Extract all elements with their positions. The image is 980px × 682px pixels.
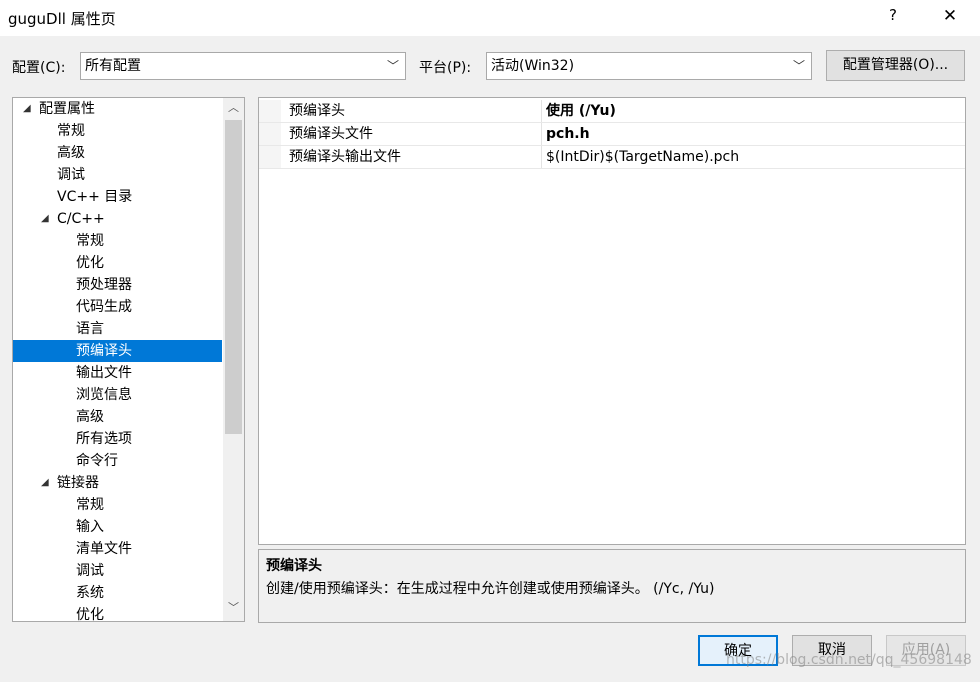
help-button[interactable]: ? (878, 6, 908, 30)
scroll-down-icon[interactable]: ﹀ (223, 598, 244, 618)
tree-item[interactable]: VC++ 目录 (13, 186, 222, 208)
window-title: guguDll 属性页 (8, 10, 116, 28)
tree-item[interactable]: 代码生成 (13, 296, 222, 318)
property-grid: 预编译头 使用 (/Yu) 预编译头文件 pch.h 预编译头输出文件 $(IntDir)… (258, 97, 966, 545)
tree-item-label: 所有选项 (76, 431, 132, 447)
property-row[interactable]: 预编译头 使用 (/Yu) (259, 100, 965, 123)
tree-item-label: 系统 (76, 585, 104, 601)
row-gutter (259, 100, 281, 123)
tree-item-label: 链接器 (57, 475, 99, 491)
tree-item-label: 输出文件 (76, 365, 132, 381)
tree-item[interactable]: 输出文件 (13, 362, 222, 384)
tree-item[interactable]: 系统 (13, 582, 222, 604)
chevron-down-icon: ﹀ (792, 59, 805, 73)
tree-item-label: 配置属性 (39, 101, 95, 117)
row-gutter (259, 123, 281, 146)
property-name: 预编译头 (289, 103, 345, 119)
chevron-down-icon: ﹀ (386, 59, 399, 73)
tree-item[interactable]: 语言 (13, 318, 222, 340)
config-select-value: 所有配置 (85, 58, 141, 74)
tree-item[interactable]: 预编译头 (13, 340, 222, 362)
tree-scrollbar[interactable]: ︿ ﹀ (223, 98, 244, 621)
platform-select-value: 活动(Win32) (491, 58, 575, 74)
column-divider (541, 123, 542, 146)
property-value[interactable]: pch.h (546, 123, 590, 145)
row-gutter (259, 146, 281, 169)
tree-item-label: 清单文件 (76, 541, 132, 557)
tree-item-label: VC++ 目录 (57, 189, 133, 205)
tree-item-label: 预编译头 (76, 343, 132, 359)
title-bar: guguDll 属性页 ? ✕ (0, 0, 980, 36)
description-title: 预编译头 (266, 558, 322, 574)
expand-arrow-icon[interactable]: ◢ (41, 208, 49, 230)
watermark: https://blog.csdn.net/qq_45698148 (726, 652, 972, 668)
tree-item-label: C/C++ (57, 211, 105, 227)
tree-item[interactable]: 优化 (13, 604, 222, 622)
column-divider (541, 100, 542, 123)
tree-item-label: 预处理器 (76, 277, 132, 293)
property-name: 预编译头文件 (289, 126, 373, 142)
property-row[interactable]: 预编译头文件 pch.h (259, 123, 965, 146)
tree-item-label: 输入 (76, 519, 104, 535)
tree-item-label: 语言 (76, 321, 104, 337)
expand-arrow-icon[interactable]: ◢ (23, 98, 31, 120)
property-value[interactable]: $(IntDir)$(TargetName).pch (546, 146, 739, 168)
tree-item[interactable]: 清单文件 (13, 538, 222, 560)
tree-item-label: 调试 (76, 563, 104, 579)
property-value[interactable]: 使用 (/Yu) (546, 100, 616, 122)
tree-item[interactable]: 调试 (13, 560, 222, 582)
tree-item-label: 调试 (57, 167, 85, 183)
tree-item[interactable]: 高级 (13, 406, 222, 428)
tree-item[interactable]: 常规 (13, 494, 222, 516)
close-icon[interactable]: ✕ (935, 6, 965, 30)
platform-label: 平台(P): (419, 60, 472, 76)
tree-item[interactable]: ◢ 链接器 (13, 472, 222, 494)
tree-item[interactable]: 常规 (13, 120, 222, 142)
tree-item-label: 常规 (57, 123, 85, 139)
platform-select[interactable]: 活动(Win32) ﹀ (486, 52, 812, 80)
column-divider (541, 146, 542, 169)
tree-item-label: 优化 (76, 255, 104, 271)
tree-item-label: 高级 (57, 145, 85, 161)
tree-item-label: 高级 (76, 409, 104, 425)
tree-item[interactable]: 输入 (13, 516, 222, 538)
tree-item-label: 代码生成 (76, 299, 132, 315)
description-text: 创建/使用预编译头：在生成过程中允许创建或使用预编译头。 (/Yc, /Yu) (266, 581, 715, 597)
tree-item[interactable]: ◢ C/C++ (13, 208, 222, 230)
tree-item[interactable]: 常规 (13, 230, 222, 252)
tree-item-label: 常规 (76, 497, 104, 513)
tree-item[interactable]: 高级 (13, 142, 222, 164)
scroll-thumb[interactable] (225, 120, 242, 434)
tree-item[interactable]: 预处理器 (13, 274, 222, 296)
property-tree[interactable]: ◢ 配置属性 常规 高级 调试 VC++ 目录 ◢ C/C++ 常规 优化 预处理器 代码生成 语言 预编… (12, 97, 245, 622)
scroll-up-icon[interactable]: ︿ (223, 98, 244, 118)
property-row[interactable]: 预编译头输出文件 $(IntDir)$(TargetName).pch (259, 146, 965, 169)
property-name: 预编译头输出文件 (289, 149, 401, 165)
tree-item[interactable]: 浏览信息 (13, 384, 222, 406)
tree-item-label: 优化 (76, 607, 104, 622)
tree-item[interactable]: ◢ 配置属性 (13, 98, 222, 120)
tree-item-label: 常规 (76, 233, 104, 249)
description-panel: 预编译头 创建/使用预编译头：在生成过程中允许创建或使用预编译头。 (/Yc, … (258, 549, 966, 623)
config-select[interactable]: 所有配置 ﹀ (80, 52, 406, 80)
tree-item[interactable]: 所有选项 (13, 428, 222, 450)
tree-item[interactable]: 优化 (13, 252, 222, 274)
tree-item-label: 浏览信息 (76, 387, 132, 403)
expand-arrow-icon[interactable]: ◢ (41, 472, 49, 494)
row-separator (259, 168, 965, 169)
tree-item-label: 命令行 (76, 453, 118, 469)
config-label: 配置(C): (12, 60, 66, 76)
tree-item[interactable]: 命令行 (13, 450, 222, 472)
tree-item[interactable]: 调试 (13, 164, 222, 186)
config-manager-button[interactable]: 配置管理器(O)... (826, 50, 965, 81)
